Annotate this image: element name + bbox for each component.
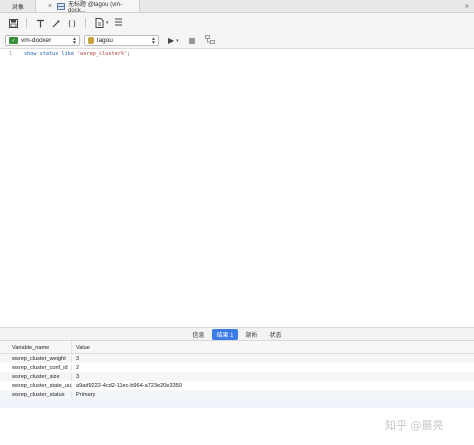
column-header-variable-name[interactable]: Variable_name [0, 341, 72, 354]
chevron-down-icon[interactable]: ▾ [106, 20, 109, 26]
query-icon [57, 2, 66, 10]
column-header-value[interactable]: Value [72, 341, 474, 354]
code-snippet-button[interactable]: () [66, 17, 78, 29]
database-icon [88, 37, 94, 44]
connection-toolbar: ✓ vm-docker ▲ ▼ lagou ▲ ▼ ▶ ▾ [0, 33, 474, 49]
tab-bar: 对象 × 无标题 @lagou (vm-dock... » [0, 0, 474, 14]
save-button[interactable] [7, 17, 19, 29]
table-row[interactable]: wsrep_cluster_size 3 [0, 372, 474, 381]
cell-value[interactable]: 2 [72, 365, 474, 371]
table-row[interactable]: wsrep_cluster_conf_id 2 [0, 363, 474, 372]
tab-status[interactable]: 状态 [266, 329, 286, 340]
table-row[interactable]: wsrep_cluster_state_uuid a9ad9222-4cd2-1… [0, 381, 474, 390]
cell-value[interactable]: 3 [72, 374, 474, 380]
chevron-down-icon[interactable]: ▾ [176, 38, 179, 44]
stop-button[interactable] [188, 37, 195, 44]
options-icon [115, 18, 123, 26]
select-arrow-icon: ▲ ▼ [151, 36, 156, 46]
grid-header: Variable_name Value [0, 341, 474, 354]
sql-editor[interactable]: 1 show status like 'wsrep_cluster%'; [0, 49, 474, 327]
code-terminator: ; [127, 51, 131, 57]
code-line[interactable]: show status like 'wsrep_cluster%'; [24, 51, 130, 57]
tab-info[interactable]: 信息 [188, 329, 208, 340]
cell-variable-name[interactable]: wsrep_cluster_conf_id [0, 364, 72, 371]
connection-value: vm-docker [21, 37, 52, 44]
table-row[interactable]: wsrep_cluster_status Primary [0, 390, 474, 399]
braces-icon: () [67, 18, 77, 28]
magic-wand-icon [52, 19, 60, 27]
text-format-icon [36, 19, 44, 27]
watermark: 知乎 @晨亮 [385, 419, 444, 432]
connection-select[interactable]: ✓ vm-docker ▲ ▼ [5, 35, 80, 46]
tab-objects[interactable]: 对象 [0, 0, 36, 12]
cell-value[interactable]: Primary [72, 392, 474, 398]
database-value: lagou [97, 37, 113, 44]
line-gutter: 1 [0, 49, 18, 327]
magic-wand-button[interactable] [50, 17, 62, 29]
tab-objects-label: 对象 [12, 4, 25, 11]
format-button[interactable] [34, 17, 46, 29]
document-icon [95, 18, 103, 28]
result-tabs: 信息 结果 1 剖析 状态 [0, 327, 474, 341]
line-number: 1 [9, 51, 13, 57]
connection-icon: ✓ [9, 37, 18, 44]
tab-result-1[interactable]: 结果 1 [212, 328, 238, 340]
more-tabs-button[interactable]: » [460, 0, 474, 12]
cell-value[interactable]: a9ad9222-4cd2-11ec-b964-a723e20e3350 [72, 383, 474, 389]
empty-row [0, 399, 474, 408]
editor-toolbar: () ▾ [0, 13, 474, 33]
cell-variable-name[interactable]: wsrep_cluster_weight [0, 355, 72, 362]
tab-query[interactable]: × 无标题 @lagou (vm-dock... [36, 0, 140, 14]
run-button[interactable]: ▶ [168, 36, 174, 45]
tab-profile[interactable]: 剖析 [242, 329, 262, 340]
database-select[interactable]: lagou ▲ ▼ [84, 35, 159, 46]
code-keyword: show status like [24, 51, 74, 57]
cell-variable-name[interactable]: wsrep_cluster_size [0, 373, 72, 380]
export-button[interactable] [93, 17, 105, 29]
table-row[interactable]: wsrep_cluster_weight 3 [0, 354, 474, 363]
explain-button[interactable] [204, 35, 215, 46]
tab-query-label: 无标题 @lagou (vm-dock... [68, 1, 123, 14]
explain-icon [204, 35, 215, 44]
cell-variable-name[interactable]: wsrep_cluster_state_uuid [0, 382, 72, 389]
grid-body: wsrep_cluster_weight 3 wsrep_cluster_con… [0, 354, 474, 408]
code-string: 'wsrep_cluster%' [77, 51, 128, 57]
save-icon [8, 18, 18, 28]
cell-value[interactable]: 3 [72, 356, 474, 362]
options-button[interactable] [113, 17, 125, 29]
close-icon[interactable]: × [48, 3, 52, 10]
cell-variable-name[interactable]: wsrep_cluster_status [0, 391, 72, 398]
select-arrow-icon: ▲ ▼ [72, 36, 77, 46]
chevron-double-right-icon: » [465, 2, 469, 10]
